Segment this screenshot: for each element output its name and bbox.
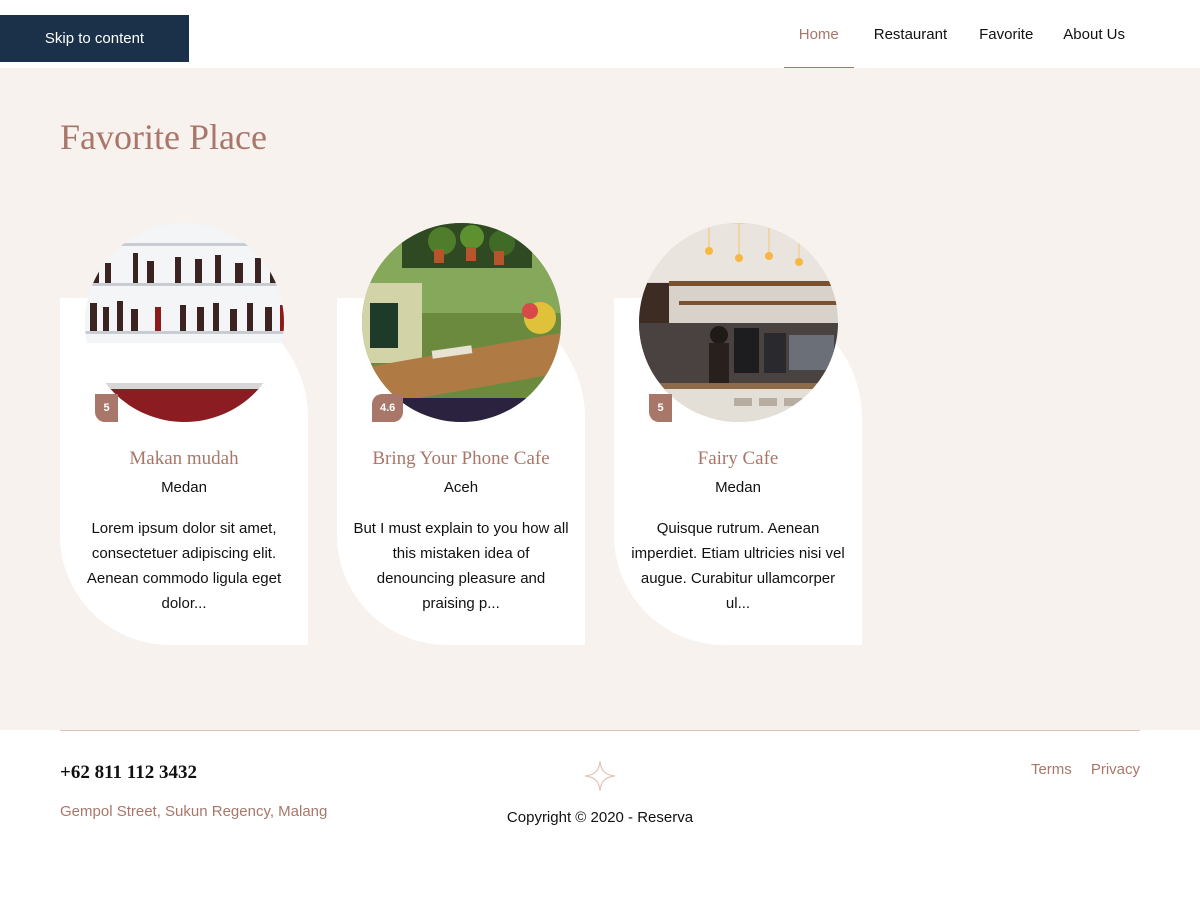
restaurant-name[interactable]: Makan mudah — [60, 448, 308, 470]
nav-home[interactable]: Home — [783, 0, 854, 68]
nav-about-us[interactable]: About Us — [1048, 0, 1140, 68]
green-cafe-table-photo — [362, 223, 561, 422]
restaurant-city: Medan — [161, 479, 207, 496]
rating-badge: 5 — [95, 394, 118, 422]
four-point-star-icon — [584, 760, 616, 792]
footer-copyright: Copyright © 2020 - Reserva — [506, 809, 694, 826]
nav-favorite[interactable]: Favorite — [964, 0, 1048, 68]
terms-link[interactable]: Terms — [1031, 761, 1072, 778]
skip-to-content-link[interactable]: Skip to content — [0, 15, 189, 62]
nav-restaurant[interactable]: Restaurant — [859, 0, 962, 68]
footer-links: Terms Privacy — [1031, 761, 1140, 778]
restaurant-description: Quisque rutrum. Aenean imperdiet. Etiam … — [631, 520, 845, 612]
restaurant-card[interactable]: 4.6 Bring Your Phone Cafe Aceh But I mus… — [337, 223, 585, 645]
restaurant-description: But I must explain to you how all this m… — [353, 520, 569, 612]
restaurant-card[interactable]: 5 Makan mudah Medan Lorem ipsum dolor si… — [60, 223, 308, 645]
restaurant-name[interactable]: Fairy Cafe — [614, 448, 862, 470]
rating-badge: 5 — [649, 394, 672, 422]
site-footer: +62 811 112 3432 Gempol Street, Sukun Re… — [0, 730, 1200, 900]
restaurant-card[interactable]: 5 Fairy Cafe Medan Quisque rutrum. Aenea… — [614, 223, 862, 645]
restaurant-name[interactable]: Bring Your Phone Cafe — [337, 448, 585, 470]
coffee-shop-counter-photo — [639, 223, 838, 422]
privacy-link[interactable]: Privacy — [1091, 761, 1140, 778]
restaurant-city: Aceh — [443, 479, 479, 496]
restaurant-description: Lorem ipsum dolor sit amet, consectetuer… — [86, 520, 282, 612]
main-nav: Home Restaurant Favorite About Us — [783, 0, 1140, 68]
restaurant-city: Medan — [715, 479, 761, 496]
rating-badge: 4.6 — [372, 394, 404, 422]
favorite-section: Favorite Place 5 Makan mudah Medan Lorem… — [0, 68, 1200, 730]
page-title: Favorite Place — [60, 117, 267, 157]
bar-shelves-photo — [85, 223, 284, 422]
footer-divider — [60, 730, 1140, 731]
footer-phone: +62 811 112 3432 — [60, 762, 197, 783]
